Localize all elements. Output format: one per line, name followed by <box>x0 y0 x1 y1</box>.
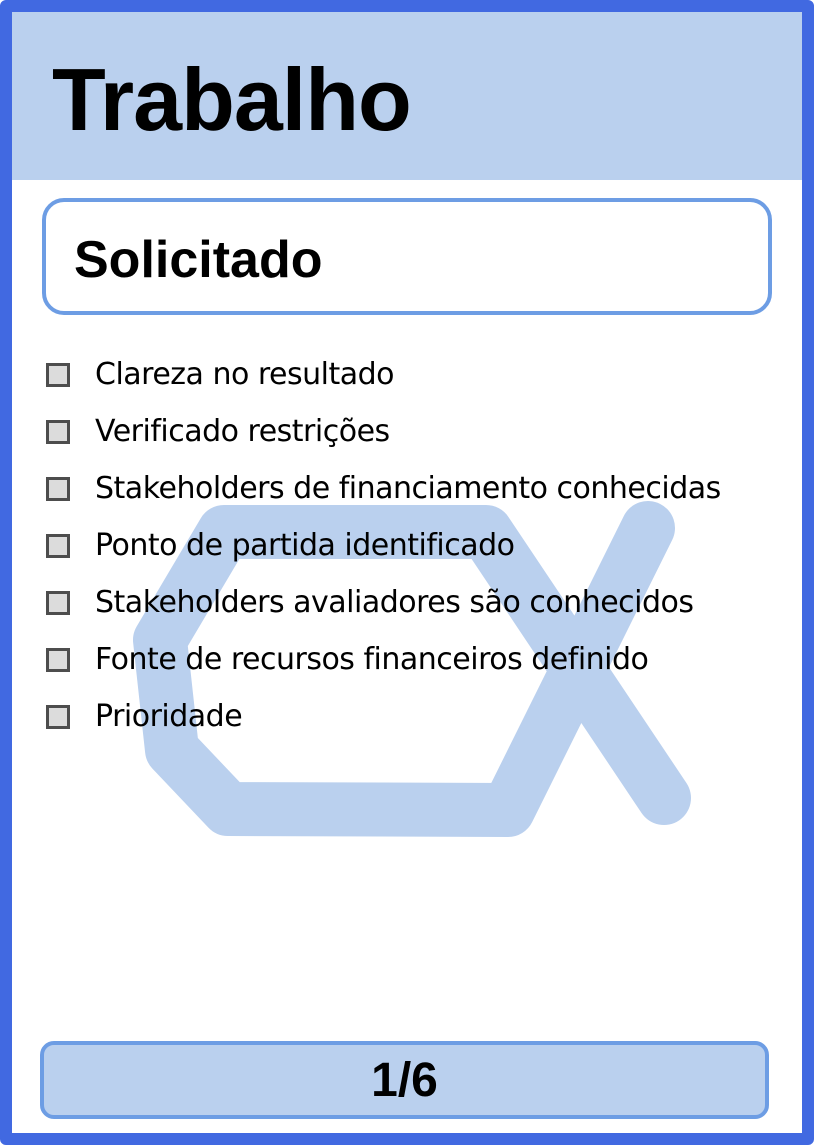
checkbox[interactable] <box>46 362 70 387</box>
checklist-item-label: Prioridade <box>95 699 243 734</box>
checklist-item-label: Verificado restrições <box>95 414 390 449</box>
checkbox[interactable] <box>46 704 70 729</box>
checklist-item-label: Clareza no resultado <box>95 357 395 392</box>
card-title: Trabalho <box>52 50 412 149</box>
checkbox[interactable] <box>46 533 70 558</box>
checklist-item[interactable]: Stakeholders de financiamento conhecidas <box>46 460 721 517</box>
checklist-item-label: Fonte de recursos financeiros definido <box>95 642 649 677</box>
alpha-state-card: Trabalho Solicitado Clareza no resultado… <box>0 0 814 1145</box>
checkbox[interactable] <box>46 590 70 615</box>
checklist-item[interactable]: Clareza no resultado <box>46 346 721 403</box>
checklist-item-label: Stakeholders avaliadores são conhecidos <box>95 585 694 620</box>
checklist-item-label: Ponto de partida identificado <box>95 528 515 563</box>
checklist-item[interactable]: Fonte de recursos financeiros definido <box>46 631 721 688</box>
card-footer: 1/6 <box>40 1041 769 1119</box>
checkbox[interactable] <box>46 476 70 501</box>
checklist-item[interactable]: Ponto de partida identificado <box>46 517 721 574</box>
card-header: Trabalho <box>12 12 802 180</box>
checklist-item[interactable]: Verificado restrições <box>46 403 721 460</box>
state-title: Solicitado <box>74 231 323 289</box>
page-indicator: 1/6 <box>371 1053 438 1107</box>
checklist: Clareza no resultado Verificado restriçõ… <box>46 346 721 745</box>
checklist-item[interactable]: Stakeholders avaliadores são conhecidos <box>46 574 721 631</box>
checkbox[interactable] <box>46 419 70 444</box>
checklist-item[interactable]: Prioridade <box>46 688 721 745</box>
checklist-item-label: Stakeholders de financiamento conhecidas <box>95 471 721 506</box>
state-title-box: Solicitado <box>42 198 772 315</box>
checkbox[interactable] <box>46 647 70 672</box>
